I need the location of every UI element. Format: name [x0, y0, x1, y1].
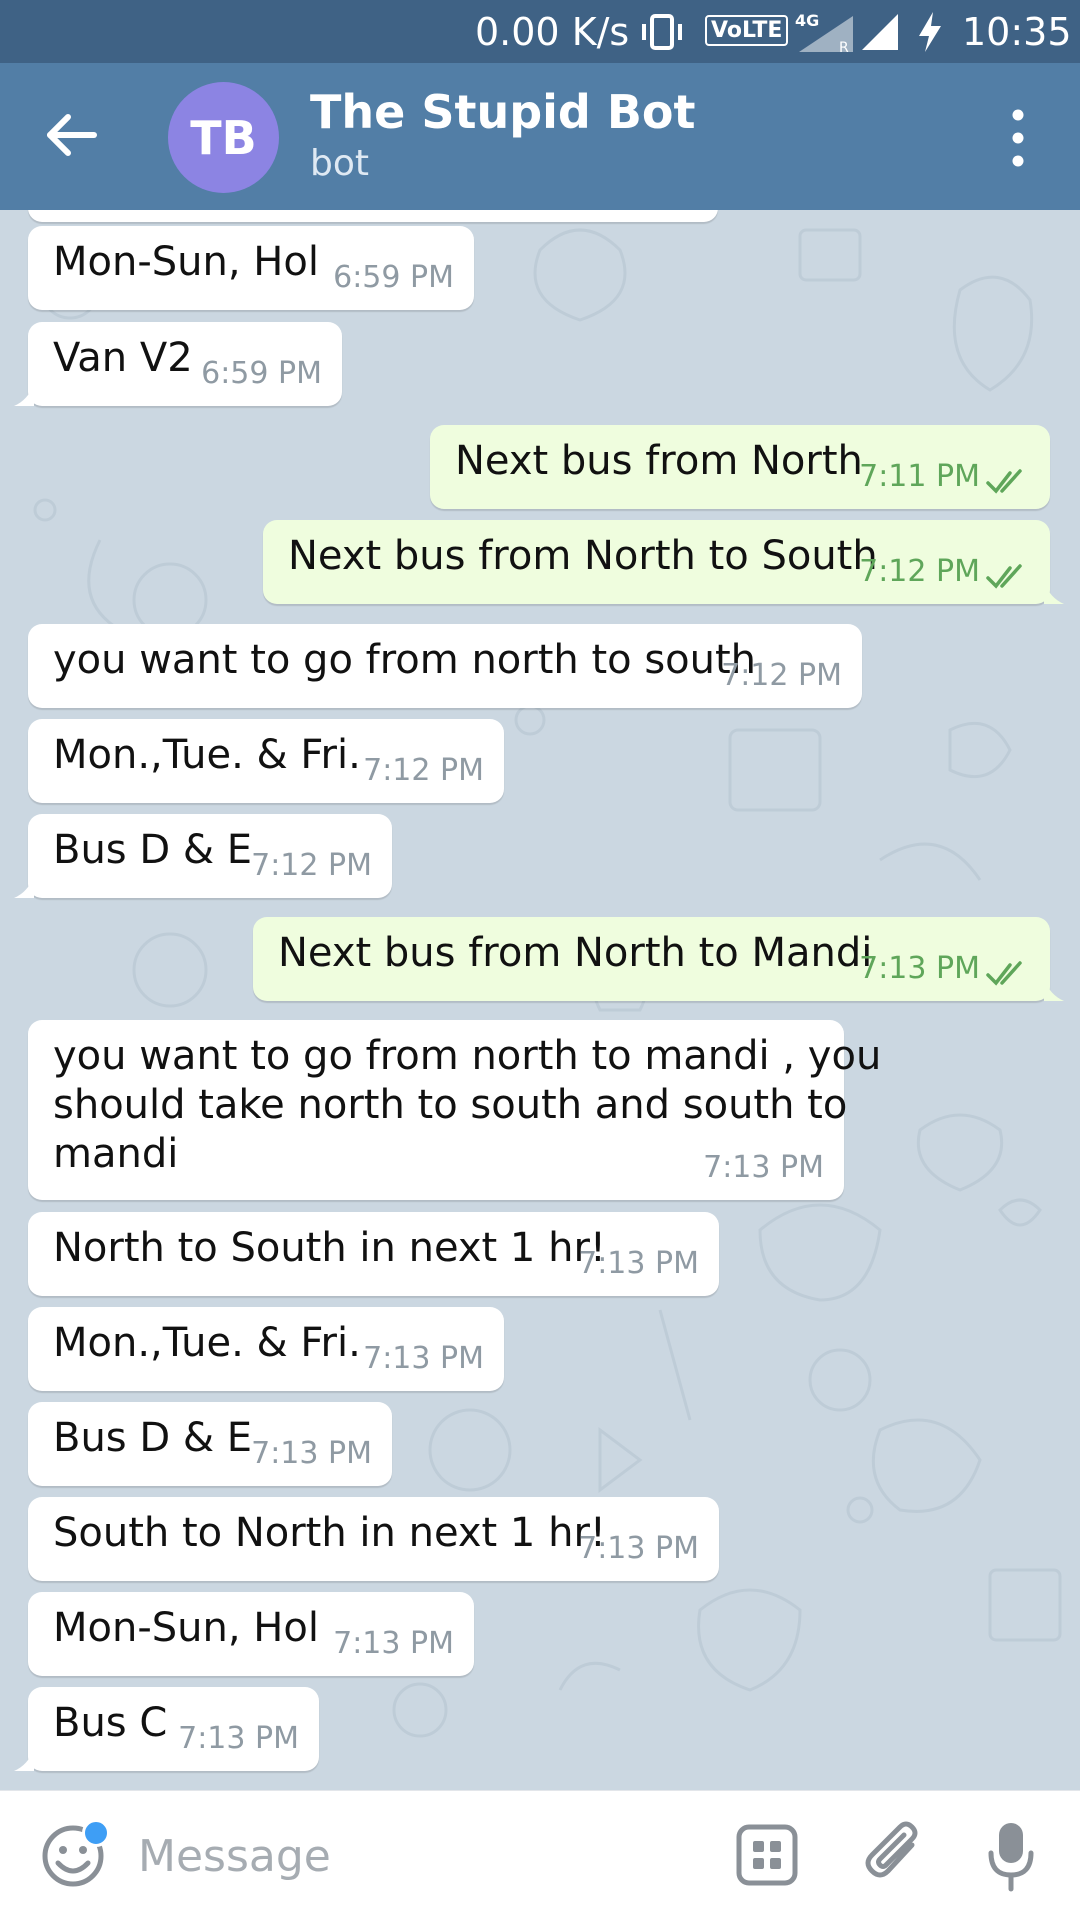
message-bubble[interactable]: South to North in next 1 hr! 7:13 PM — [28, 1497, 719, 1581]
signal-icon — [862, 14, 898, 50]
more-vertical-icon[interactable] — [1000, 103, 1036, 173]
double-check-icon — [986, 564, 1022, 589]
message-bubble[interactable]: North to South in next 1 hr! 7:13 PM — [28, 1212, 719, 1296]
message-bubble-partial — [28, 210, 718, 222]
avatar[interactable]: TB — [168, 82, 279, 193]
message-time: 7:13 PM — [363, 1341, 484, 1376]
message-time: 7:13 PM — [578, 1531, 699, 1566]
message-text: you want to go from north to south — [53, 637, 757, 683]
message-bubble[interactable]: Next bus from North to Mandi 7:13 PM — [253, 917, 1064, 1001]
bubble-tail — [1044, 979, 1064, 1001]
bubble-tail — [14, 876, 34, 898]
message-bubble[interactable]: Next bus from North 7:11 PM — [430, 425, 1050, 509]
message-time: 6:59 PM — [333, 260, 454, 295]
message-bubble[interactable]: Mon.,Tue. & Fri. 7:12 PM — [28, 719, 504, 803]
message-text: Mon.,Tue. & Fri. — [53, 732, 361, 778]
message-time: 7:12 PM — [859, 554, 980, 589]
bot-commands-icon[interactable] — [735, 1823, 799, 1887]
message-text: Mon-Sun, Hol — [53, 1605, 319, 1651]
message-time: 7:11 PM — [859, 459, 980, 494]
message-bubble[interactable]: you want to go from north to mandi , you… — [28, 1020, 881, 1200]
message-input[interactable] — [138, 1826, 678, 1886]
message-text: Bus D & E — [53, 1415, 253, 1461]
double-check-icon — [986, 469, 1022, 494]
message-time: 7:12 PM — [721, 658, 842, 693]
message-text: Next bus from North to South — [288, 533, 878, 579]
message-bubble[interactable]: Mon-Sun, Hol 7:13 PM — [28, 1592, 474, 1676]
double-check-icon — [986, 961, 1022, 986]
message-list[interactable]: Mon-Sun, Hol 6:59 PM Van V2 6:59 PM Next… — [0, 210, 1080, 1790]
message-text: Bus D & E — [53, 827, 253, 873]
clock: 10:35 — [962, 10, 1072, 54]
message-time: 7:13 PM — [703, 1150, 824, 1185]
message-bubble[interactable]: Bus D & E 7:12 PM — [14, 814, 392, 898]
bubble-tail — [14, 384, 34, 406]
volte-badge: VoLTE — [705, 15, 789, 46]
message-text: Bus C — [53, 1700, 168, 1746]
network-type: 4G — [795, 11, 819, 30]
message-text: Mon-Sun, Hol — [53, 239, 319, 285]
message-bubble[interactable]: Mon.,Tue. & Fri. 7:13 PM — [28, 1307, 504, 1391]
message-composer — [0, 1790, 1080, 1920]
chat-header: TB The Stupid Bot bot — [0, 63, 1080, 210]
bubble-tail — [1044, 582, 1064, 604]
message-time: 7:12 PM — [251, 848, 372, 883]
message-time: 6:59 PM — [201, 356, 322, 391]
message-line: you want to go from north to mandi , you — [53, 1033, 882, 1079]
status-bar: 0.00 K/s VoLTE 4G R 10:35 — [0, 0, 1080, 63]
vibrate-icon — [642, 14, 682, 50]
back-arrow-icon[interactable] — [40, 103, 104, 167]
message-bubble[interactable]: Next bus from North to South 7:12 PM — [263, 520, 1064, 604]
message-time: 7:13 PM — [578, 1246, 699, 1281]
message-time: 7:13 PM — [859, 951, 980, 986]
notification-dot — [82, 1819, 110, 1847]
message-text: Next bus from North — [455, 438, 863, 484]
message-time: 7:13 PM — [178, 1721, 299, 1756]
message-bubble[interactable]: Bus C 7:13 PM — [14, 1687, 319, 1771]
message-text: South to North in next 1 hr! — [53, 1510, 606, 1556]
charging-icon — [919, 12, 941, 52]
message-time: 7:13 PM — [333, 1626, 454, 1661]
message-text: North to South in next 1 hr! — [53, 1225, 606, 1271]
message-line: should take north to south and south to — [53, 1082, 848, 1128]
roaming-indicator: R — [839, 40, 849, 54]
paperclip-icon[interactable] — [860, 1819, 930, 1891]
message-bubble[interactable]: Bus D & E 7:13 PM — [28, 1402, 392, 1486]
network-speed: 0.00 K/s — [475, 10, 630, 54]
message-time: 7:13 PM — [251, 1436, 372, 1471]
chat-title[interactable]: The Stupid Bot — [310, 85, 696, 139]
chat-subtitle: bot — [310, 143, 369, 184]
message-text: Mon.,Tue. & Fri. — [53, 1320, 361, 1366]
message-bubble[interactable]: Van V2 6:59 PM — [14, 322, 342, 406]
message-bubble[interactable]: Mon-Sun, Hol 6:59 PM — [28, 226, 474, 310]
microphone-icon[interactable] — [985, 1819, 1037, 1895]
message-bubble[interactable]: you want to go from north to south 7:12 … — [28, 624, 862, 708]
bubble-tail — [14, 1749, 34, 1771]
message-time: 7:12 PM — [363, 753, 484, 788]
message-text: Van V2 — [53, 335, 193, 381]
message-text: Next bus from North to Mandi — [278, 930, 873, 976]
